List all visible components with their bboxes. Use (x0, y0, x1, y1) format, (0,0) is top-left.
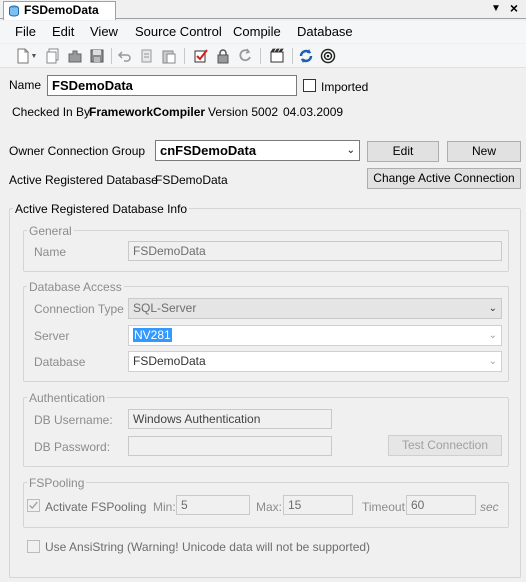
db-password-field[interactable] (128, 436, 332, 456)
server-label: Server (34, 329, 70, 343)
imported-checkbox[interactable] (303, 79, 316, 92)
checkin-icon[interactable] (192, 47, 210, 65)
owner-group-label: Owner Connection Group (9, 144, 146, 158)
checked-in-user: FrameworkCompiler (89, 105, 206, 119)
general-name-field[interactable]: FSDemoData (128, 241, 502, 261)
server-value: NV281 (133, 328, 172, 342)
server-dropdown[interactable]: NV281 ⌄ (128, 325, 502, 346)
toolbar-separator (292, 48, 293, 64)
authentication-title: Authentication (27, 391, 108, 405)
toolbar-separator (111, 48, 112, 64)
connection-type-value: SQL-Server (133, 301, 197, 315)
checked-in-label: Checked In By (12, 105, 91, 119)
general-title: General (27, 224, 74, 238)
authentication-group (23, 397, 509, 467)
checked-in-date: 04.03.2009 (283, 105, 344, 119)
imported-label: Imported (321, 80, 369, 94)
active-db-info-title: Active Registered Database Info (13, 202, 190, 216)
owner-group-value: cnFSDemoData (160, 143, 257, 158)
active-db-value: FSDemoData (155, 173, 228, 187)
max-field[interactable]: 15 (283, 495, 353, 515)
connection-type-dropdown[interactable]: SQL-Server ⌄ (128, 298, 502, 319)
max-label: Max: (256, 500, 283, 514)
database-tab-icon (9, 5, 19, 17)
min-field[interactable]: 5 (176, 495, 250, 515)
database-dropdown[interactable]: FSDemoData ⌄ (128, 351, 502, 372)
toolbar-separator (184, 48, 185, 64)
name-field[interactable]: FSDemoData (47, 75, 297, 96)
refresh-icon[interactable] (297, 47, 315, 65)
general-name-label: Name (34, 245, 67, 259)
save-icon[interactable] (88, 47, 106, 65)
paste-copy-icon[interactable] (138, 47, 156, 65)
dropdown-arrow-icon[interactable]: ▼ (490, 1, 502, 17)
menu-source-control[interactable]: Source Control (135, 24, 222, 40)
database-access-title: Database Access (27, 280, 124, 294)
chevron-down-icon: ⌄ (488, 356, 497, 367)
menu-view[interactable]: View (90, 24, 118, 40)
toolbar: ▼ (0, 44, 526, 68)
revert-icon[interactable] (236, 47, 254, 65)
document-tab-title: FSDemoData (24, 3, 99, 17)
menu-file[interactable]: File (15, 24, 36, 40)
test-connection-button[interactable]: Test Connection (388, 435, 502, 456)
menu-database[interactable]: Database (297, 24, 353, 40)
menu-bar: File Edit View Source Control Compile Da… (0, 21, 526, 43)
connection-type-label: Connection Type (34, 302, 124, 316)
change-active-connection-button[interactable]: Change Active Connection (367, 168, 521, 189)
paste-icon[interactable] (160, 47, 178, 65)
lock-icon[interactable] (214, 47, 232, 65)
name-label: Name (9, 78, 42, 92)
timeout-label: Timeout: (362, 500, 409, 514)
active-db-label: Active Registered Database (9, 173, 158, 187)
menu-compile[interactable]: Compile (233, 24, 281, 40)
chevron-down-icon: ⌄ (488, 303, 497, 314)
database-label: Database (34, 355, 86, 369)
menu-edit[interactable]: Edit (52, 24, 74, 40)
use-ansistring-label: Use AnsiString (Warning! Unicode data wi… (45, 540, 371, 554)
database-value: FSDemoData (133, 354, 206, 368)
toolbar-separator (260, 48, 261, 64)
use-ansistring-checkbox[interactable] (27, 540, 40, 553)
checkmark-icon (29, 501, 38, 510)
db-username-field[interactable]: Windows Authentication (128, 409, 332, 429)
new-dropdown-icon[interactable]: ▼ (30, 47, 38, 65)
sec-label: sec (480, 500, 499, 514)
timeout-field[interactable]: 60 (406, 495, 476, 515)
target-icon[interactable] (319, 47, 337, 65)
close-icon[interactable]: × (508, 0, 520, 17)
build-icon[interactable] (268, 47, 286, 65)
db-username-label: DB Username: (34, 413, 113, 427)
owner-group-dropdown[interactable]: cnFSDemoData ⌄ (155, 140, 360, 161)
plugin-icon[interactable] (66, 47, 84, 65)
new-button[interactable]: New (447, 141, 521, 162)
version-label: Version 5002 (208, 105, 279, 119)
copy-icon[interactable] (44, 47, 62, 65)
edit-button[interactable]: Edit (367, 141, 439, 162)
min-label: Min: (153, 500, 176, 514)
activate-fspooling-checkbox[interactable] (27, 499, 40, 512)
undo-icon[interactable] (116, 47, 134, 65)
db-password-label: DB Password: (34, 440, 111, 454)
chevron-down-icon: ⌄ (346, 145, 355, 156)
document-tab[interactable]: FSDemoData (3, 1, 116, 20)
activate-fspooling-label: Activate FSPooling (45, 500, 147, 514)
chevron-down-icon: ⌄ (488, 330, 497, 341)
fspooling-title: FSPooling (27, 476, 87, 490)
